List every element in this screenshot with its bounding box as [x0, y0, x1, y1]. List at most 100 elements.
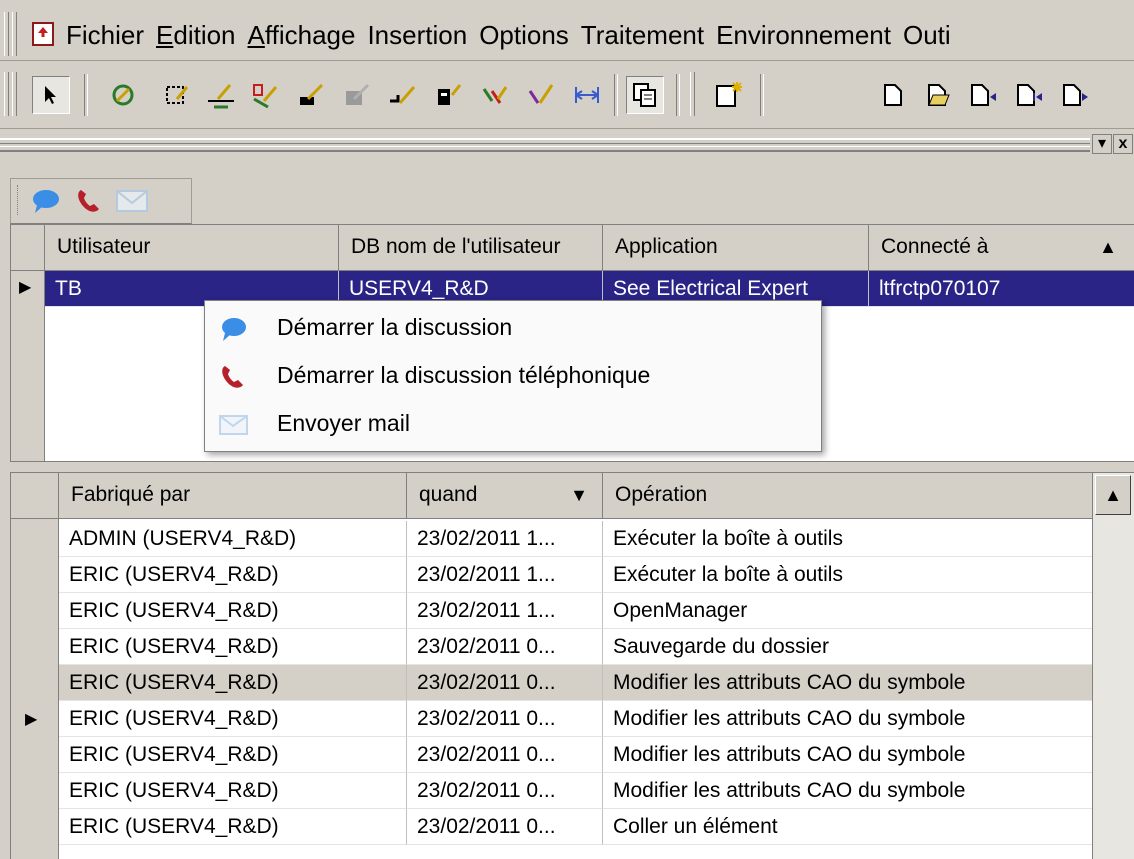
cell-quand: 23/02/2011 0... [407, 737, 603, 773]
menu-outils[interactable]: Outi [897, 18, 957, 52]
drawing-tool-5-icon[interactable] [292, 76, 330, 114]
context-menu: Démarrer la discussion Démarrer la discu… [204, 300, 822, 452]
cell-quand: 23/02/2011 1... [407, 521, 603, 557]
cell-quand: 23/02/2011 0... [407, 665, 603, 701]
toolbar-separator [84, 74, 88, 116]
column-header-quand[interactable]: quand ▼ [407, 473, 603, 519]
cell-fabrique-par: ERIC (USERV4_R&D) [59, 593, 407, 629]
column-header-operation[interactable]: Opération [603, 473, 1093, 519]
menu-edition[interactable]: Edition [150, 18, 242, 52]
cell-operation: Modifier les attributs CAO du symbole [603, 737, 1093, 773]
menu-environnement[interactable]: Environnement [710, 18, 897, 52]
main-toolbar [0, 62, 1134, 129]
cell-operation: Modifier les attributs CAO du symbole [603, 665, 1093, 701]
cell-operation: Exécuter la boîte à outils [603, 521, 1093, 557]
new-sheet-icon[interactable] [710, 76, 748, 114]
row-indicator-column: ▶ [11, 519, 59, 859]
drawing-tool-1-icon[interactable] [104, 76, 142, 114]
menu-traitement[interactable]: Traitement [575, 18, 710, 52]
menu-item-start-phone[interactable]: Démarrer la discussion téléphonique [205, 353, 821, 397]
menubar-grip-2[interactable] [12, 12, 17, 56]
menu-item-start-chat[interactable]: Démarrer la discussion [205, 305, 821, 349]
cell-operation: Sauvegarde du dossier [603, 629, 1093, 665]
sort-asc-icon: ▲ [1099, 237, 1117, 257]
table-row[interactable]: ADMIN (USERV4_R&D) 23/02/2011 1... Exécu… [59, 521, 1093, 557]
history-grid: Fabriqué par quand ▼ Opération ▶ ADMIN (… [10, 472, 1134, 859]
drawing-tool-6-icon[interactable] [338, 76, 376, 114]
app-icon[interactable] [32, 22, 54, 46]
column-header-db-user[interactable]: DB nom de l'utilisateur [339, 225, 603, 271]
toolbar-separator [760, 74, 764, 116]
drawing-tool-4-icon[interactable] [246, 76, 284, 114]
toolbar-separator [614, 74, 618, 116]
menu-affichage[interactable]: Affichage [242, 18, 362, 52]
menu-item-label: Démarrer la discussion [277, 314, 513, 340]
menu-item-send-mail[interactable]: Envoyer mail [205, 401, 821, 445]
cell-fabrique-par: ERIC (USERV4_R&D) [59, 737, 407, 773]
copy-icon[interactable] [626, 76, 664, 114]
cell-quand: 23/02/2011 1... [407, 557, 603, 593]
cell-quand: 23/02/2011 1... [407, 593, 603, 629]
menu-item-label: Démarrer la discussion téléphonique [277, 362, 651, 388]
page-prev-icon[interactable] [964, 76, 1002, 114]
chevron-down-icon[interactable]: ▾ [1092, 134, 1112, 154]
docked-panel-header: ▾ x [0, 132, 1134, 168]
cell-quand: 23/02/2011 0... [407, 773, 603, 809]
menu-fichier[interactable]: Fichier [60, 18, 150, 52]
panel-grip-lines[interactable] [0, 138, 1090, 152]
cell-quand: 23/02/2011 0... [407, 629, 603, 665]
menu-options[interactable]: Options [473, 18, 575, 52]
table-row[interactable]: ERIC (USERV4_R&D) 23/02/2011 0... Modifi… [59, 737, 1093, 773]
close-icon[interactable]: x [1113, 134, 1133, 154]
table-row[interactable]: ERIC (USERV4_R&D) 23/02/2011 1... OpenMa… [59, 593, 1093, 629]
toolbar-grip-3[interactable] [690, 72, 695, 116]
menu-insertion[interactable]: Insertion [361, 18, 473, 52]
column-header-application[interactable]: Application [603, 225, 869, 271]
toolbar-grip[interactable] [4, 72, 9, 116]
measure-icon[interactable] [568, 76, 606, 114]
cell-fabrique-par: ERIC (USERV4_R&D) [59, 773, 407, 809]
row-indicator-column: ▶ [11, 271, 45, 461]
cell-fabrique-par: ERIC (USERV4_R&D) [59, 701, 407, 737]
drawing-tool-9-icon[interactable] [476, 76, 514, 114]
vertical-scrollbar[interactable]: ▲ [1092, 473, 1134, 859]
column-header-utilisateur[interactable]: Utilisateur [45, 225, 339, 271]
drawing-tool-2-icon[interactable] [158, 76, 196, 114]
envelope-icon[interactable] [115, 187, 149, 215]
current-row-arrow-icon: ▶ [25, 711, 38, 728]
column-header-fabrique-par[interactable]: Fabriqué par [59, 473, 407, 519]
table-row[interactable]: ERIC (USERV4_R&D) 23/02/2011 0... Modifi… [59, 701, 1093, 737]
menu-item-label: Envoyer mail [277, 410, 410, 436]
menu-items: Fichier Edition Affichage Insertion Opti… [60, 18, 957, 52]
table-row[interactable]: ERIC (USERV4_R&D) 23/02/2011 0... Modifi… [59, 773, 1093, 809]
toolbar-grip-2[interactable] [12, 72, 17, 116]
drawing-tool-3-icon[interactable] [202, 76, 240, 114]
page-next-icon[interactable] [1056, 76, 1094, 114]
phone-icon[interactable] [75, 187, 103, 215]
cell-operation: OpenManager [603, 593, 1093, 629]
chat-bubble-icon[interactable] [31, 187, 61, 215]
cell-quand: 23/02/2011 0... [407, 701, 603, 737]
column-header-connected[interactable]: Connecté à ▲ [869, 225, 1134, 271]
drawing-tool-10-icon[interactable] [522, 76, 560, 114]
page-first-icon[interactable] [1010, 76, 1048, 114]
envelope-icon [219, 409, 248, 437]
table-row[interactable]: ERIC (USERV4_R&D) 23/02/2011 0... Sauveg… [59, 629, 1093, 665]
arrow-select-icon[interactable] [32, 76, 70, 114]
scroll-up-icon[interactable]: ▲ [1095, 475, 1131, 515]
cell-operation: Exécuter la boîte à outils [603, 557, 1093, 593]
application-window: Fichier Edition Affichage Insertion Opti… [0, 0, 1134, 859]
phone-icon [219, 361, 247, 389]
mini-toolbar-grip[interactable] [17, 185, 22, 215]
cell-connected: ltfrctp070107 [869, 271, 1134, 307]
table-row[interactable]: ERIC (USERV4_R&D) 23/02/2011 0... Coller… [59, 809, 1093, 845]
cell-fabrique-par: ERIC (USERV4_R&D) [59, 809, 407, 845]
menubar-grip[interactable] [4, 12, 9, 56]
drawing-tool-7-icon[interactable] [384, 76, 422, 114]
page-open-icon[interactable] [920, 76, 958, 114]
table-row[interactable]: ERIC (USERV4_R&D) 23/02/2011 1... Exécut… [59, 557, 1093, 593]
page-icon[interactable] [874, 76, 912, 114]
column-header-quand-label: quand [419, 483, 478, 506]
drawing-tool-8-icon[interactable] [430, 76, 468, 114]
table-row[interactable]: ERIC (USERV4_R&D) 23/02/2011 0... Modifi… [59, 665, 1093, 701]
